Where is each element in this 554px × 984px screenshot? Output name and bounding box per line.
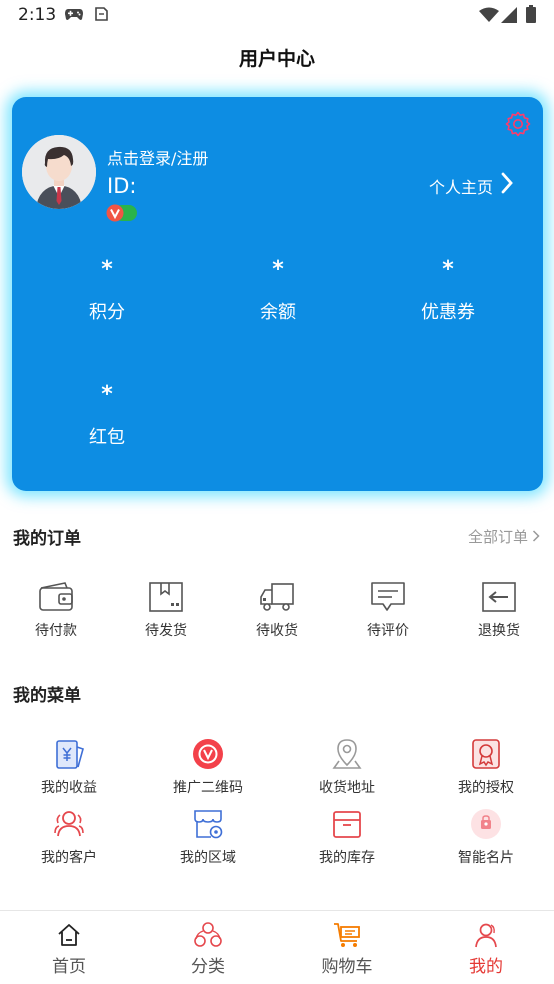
login-register-link[interactable]: 点击登录/注册 (107, 145, 208, 169)
tab-cart-label: 购物车 (321, 957, 373, 977)
order-pending-payment-label: 待付款 (35, 623, 77, 639)
stat-coupons-value: * (442, 257, 454, 282)
menu-promo-qrcode[interactable]: 推广二维码 (153, 737, 263, 797)
menu-authorization[interactable]: 我的授权 (431, 737, 541, 797)
stat-points[interactable]: * 积分 (47, 257, 167, 324)
return-icon (482, 582, 516, 612)
settings-gear-icon[interactable] (505, 111, 531, 137)
menu-section-title: 我的菜单 (13, 686, 81, 706)
tab-me-label: 我的 (469, 957, 503, 977)
stat-balance-label: 余额 (260, 302, 296, 323)
order-returns[interactable]: 退换货 (459, 580, 539, 640)
all-orders-link[interactable]: 全部订单 (468, 526, 528, 547)
order-pending-shipment[interactable]: 待发货 (126, 580, 206, 640)
status-bar: 2:13 (0, 0, 554, 30)
business-card-icon (471, 809, 501, 839)
order-pending-receipt-label: 待收货 (256, 623, 298, 639)
menu-region[interactable]: 我的区域 (153, 807, 263, 867)
category-icon (194, 922, 222, 947)
stat-red-packet[interactable]: * 红包 (47, 382, 167, 449)
status-time: 2:13 (18, 5, 57, 25)
customers-icon (54, 811, 84, 837)
stat-coupons-label: 优惠券 (421, 302, 475, 323)
menu-authorization-label: 我的授权 (458, 780, 514, 796)
user-id-label: ID: (107, 174, 137, 198)
order-pending-review-label: 待评价 (367, 623, 409, 639)
certificate-icon (472, 739, 500, 769)
vip-badge-icon (106, 204, 137, 222)
inventory-icon (333, 811, 361, 838)
profile-card: 点击登录/注册 ID: 个人主页 * 积分 * 余额 * 优惠券 * 红包 (12, 97, 543, 491)
bottom-tab-bar: 首页 分类 购物车 我的 (0, 910, 554, 984)
wifi-icon (479, 7, 499, 22)
personal-homepage-label: 个人主页 (428, 178, 493, 197)
home-icon (58, 924, 80, 946)
clipboard-icon (95, 7, 108, 21)
avatar[interactable] (22, 135, 96, 209)
menu-shipping-address-label: 收货地址 (319, 780, 375, 796)
order-pending-receipt[interactable]: 待收货 (237, 580, 317, 640)
gamepad-icon (65, 9, 83, 20)
earnings-icon (56, 740, 84, 769)
tab-category[interactable]: 分类 (168, 921, 248, 977)
menu-customers-label: 我的客户 (41, 850, 97, 866)
tab-me[interactable]: 我的 (446, 921, 526, 977)
menu-shipping-address[interactable]: 收货地址 (292, 737, 402, 797)
stat-points-value: * (101, 257, 113, 282)
menu-inventory-label: 我的库存 (319, 850, 375, 866)
chevron-right-icon (501, 172, 513, 194)
cart-icon (334, 923, 360, 947)
tab-home-label: 首页 (52, 957, 86, 977)
region-icon (194, 810, 223, 839)
menu-business-card-label: 智能名片 (458, 850, 514, 866)
stat-red-packet-label: 红包 (89, 427, 125, 448)
menu-earnings[interactable]: 我的收益 (14, 737, 124, 797)
user-avatar-icon (22, 135, 96, 209)
battery-icon (526, 5, 536, 23)
stat-coupons[interactable]: * 优惠券 (388, 257, 508, 324)
page-title: 用户中心 (238, 48, 315, 70)
stat-red-packet-value: * (101, 382, 113, 407)
comment-icon (371, 582, 405, 611)
stat-balance-value: * (272, 257, 284, 282)
wallet-icon (39, 582, 73, 611)
order-pending-review[interactable]: 待评价 (348, 580, 428, 640)
chevron-right-icon (532, 530, 540, 542)
menu-inventory[interactable]: 我的库存 (292, 807, 402, 867)
order-pending-payment[interactable]: 待付款 (16, 580, 96, 640)
profile-icon (475, 923, 497, 948)
stat-balance[interactable]: * 余额 (218, 257, 338, 324)
orders-section-title: 我的订单 (13, 529, 81, 549)
stat-points-label: 积分 (89, 302, 125, 323)
order-returns-label: 退换货 (478, 623, 520, 639)
signal-icon (501, 7, 517, 23)
package-icon (149, 582, 183, 612)
location-icon (332, 739, 362, 769)
menu-business-card[interactable]: 智能名片 (431, 807, 541, 867)
truck-icon (260, 583, 294, 611)
order-pending-shipment-label: 待发货 (145, 623, 187, 639)
menu-region-label: 我的区域 (180, 850, 236, 866)
menu-promo-qrcode-label: 推广二维码 (173, 780, 243, 796)
menu-customers[interactable]: 我的客户 (14, 807, 124, 867)
tab-home[interactable]: 首页 (29, 921, 109, 977)
menu-earnings-label: 我的收益 (41, 780, 97, 796)
qrcode-icon (193, 739, 223, 769)
tab-cart[interactable]: 购物车 (307, 921, 387, 977)
tab-category-label: 分类 (191, 957, 225, 977)
